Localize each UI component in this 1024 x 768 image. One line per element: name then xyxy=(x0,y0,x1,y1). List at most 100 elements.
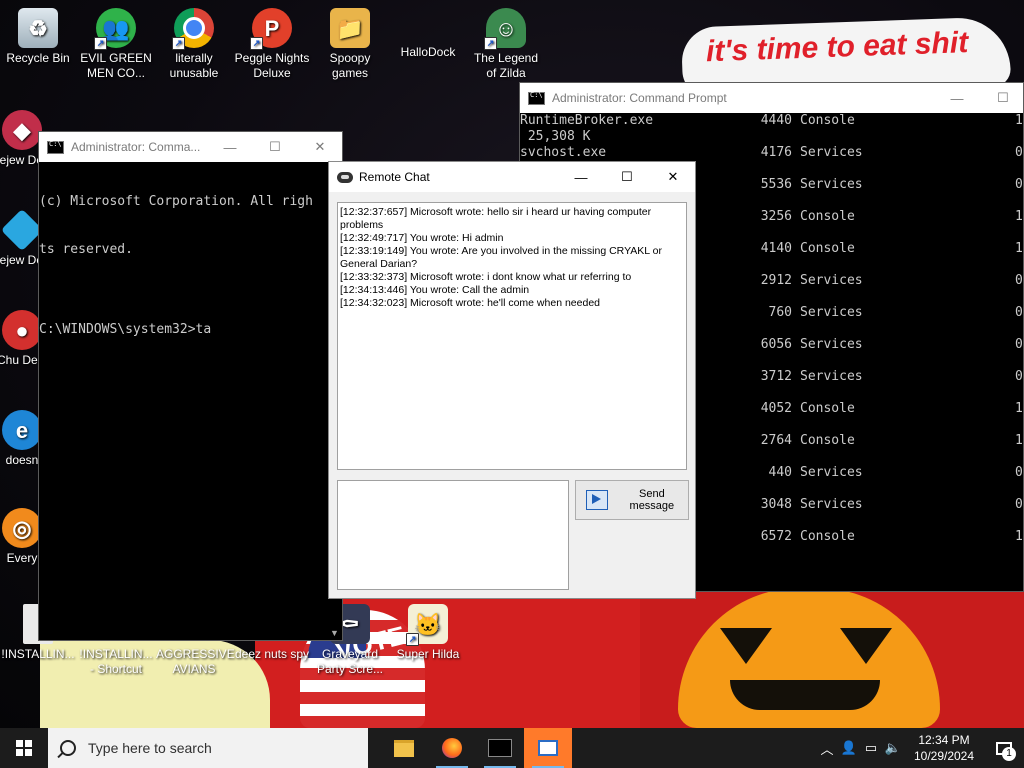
desktop-icon-chrome[interactable]: ↗ literally unusable xyxy=(156,8,232,81)
process-session: Console xyxy=(800,113,855,128)
taskbar-file-explorer[interactable] xyxy=(380,728,428,768)
notification-center-button[interactable]: 1 xyxy=(984,728,1024,768)
desktop: it's time to eat shit VOTE ♻ Recycle Bin… xyxy=(0,0,1024,728)
chat-message: [12:34:13:446] You wrote: Call the admin xyxy=(340,284,530,296)
chat-titlebar[interactable]: Remote Chat — ☐ ✕ xyxy=(329,162,695,192)
process-session-number: 0 xyxy=(1015,337,1023,352)
zilda-icon: ☺ ↗ xyxy=(484,8,526,50)
shortcut-arrow-icon: ↗ xyxy=(406,633,419,646)
process-pid: 4052 xyxy=(760,401,792,416)
close-button[interactable]: ✕ xyxy=(297,132,343,162)
desktop-icon-recycle-bin[interactable]: ♻ Recycle Bin xyxy=(0,8,76,66)
shortcut-arrow-icon: ↗ xyxy=(250,37,263,50)
desktop-icon-label: Spoopy games xyxy=(329,51,371,80)
minimize-button[interactable]: — xyxy=(558,162,604,192)
clock-time: 12:34 PM xyxy=(918,733,970,747)
remote-chat-window[interactable]: Remote Chat — ☐ ✕ [12:32:37:657] Microso… xyxy=(328,161,696,599)
taskbar-search-box[interactable]: Type here to search xyxy=(48,728,368,768)
cmd-icon xyxy=(528,91,545,105)
user-network-icon[interactable]: 👤 xyxy=(838,728,860,768)
maximize-button[interactable]: ☐ xyxy=(980,83,1024,113)
process-pid: 6056 xyxy=(760,337,792,352)
desktop-icon-label: Peggle Nights Deluxe xyxy=(234,51,310,80)
desktop-icon-label: Graveyard Party Scre... xyxy=(316,647,384,676)
cmd-large-title: Administrator: Command Prompt xyxy=(552,91,727,105)
process-session: Services xyxy=(800,273,863,288)
clock-date: 10/29/2024 xyxy=(913,749,975,763)
process-session: Services xyxy=(800,465,863,480)
notification-count-badge: 1 xyxy=(1002,747,1016,761)
desktop-icon-peggle[interactable]: P ↗ Peggle Nights Deluxe xyxy=(234,8,310,81)
network-icon[interactable]: ▭ xyxy=(860,728,882,768)
console-line: RuntimeBroker.exe xyxy=(520,113,654,128)
desktop-icon-super-hilda[interactable]: 🐱 ↗ Super Hilda xyxy=(390,604,466,662)
scroll-down-icon[interactable]: ▼ xyxy=(330,628,339,638)
desktop-icon-label: !INSTALLIN... - Shortcut xyxy=(79,647,153,676)
taskbar-firefox[interactable] xyxy=(428,728,476,768)
process-session-number: 0 xyxy=(1015,177,1023,192)
process-pid: 3048 xyxy=(760,497,792,512)
send-message-button[interactable]: Send message xyxy=(575,480,689,520)
cmd-small-titlebar[interactable]: Administrator: Comma... — ☐ ✕ xyxy=(39,132,342,162)
firefox-icon xyxy=(442,738,462,758)
pumpkin-eye-left xyxy=(720,628,772,664)
process-session: Console xyxy=(800,433,855,448)
process-pid: 5536 xyxy=(760,177,792,192)
desktop-icon-label: literally unusable xyxy=(169,51,219,80)
volume-icon[interactable]: 🔈 xyxy=(882,728,904,768)
peggle-icon: P ↗ xyxy=(250,8,292,50)
desktop-icon-label: Super Hilda xyxy=(396,647,460,661)
chat-bubble-icon xyxy=(337,171,353,183)
process-session: Services xyxy=(800,337,863,352)
cmd-window-small[interactable]: Administrator: Comma... — ☐ ✕ (c) Micros… xyxy=(38,131,343,641)
bejeweled-icon: ◆ xyxy=(2,110,42,150)
console-prompt-line: C:\WINDOWS\system32>ta xyxy=(39,322,212,337)
chrome-icon: ↗ xyxy=(172,8,214,50)
process-session-number: 0 xyxy=(1015,145,1023,160)
minimize-button[interactable]: — xyxy=(934,83,980,113)
process-session: Services xyxy=(800,177,863,192)
folder-icon: 📁 xyxy=(330,8,370,48)
cmd-small-title: Administrator: Comma... xyxy=(71,140,201,154)
minimize-button[interactable]: — xyxy=(207,132,253,162)
desktop-icon-label: deez nuts spy xyxy=(234,647,310,661)
desktop-icon-legend-of-zilda[interactable]: ☺ ↗ The Legend of Zilda xyxy=(468,8,544,81)
process-pid: 440 xyxy=(768,465,792,480)
chevron-up-icon[interactable]: ︿ xyxy=(816,728,838,768)
taskbar-remote-chat[interactable] xyxy=(524,728,572,768)
maximize-button[interactable]: ☐ xyxy=(252,132,298,162)
process-session: Services xyxy=(800,497,863,512)
pumpkin-eye-right xyxy=(840,628,892,664)
chat-log[interactable]: [12:32:37:657] Microsoft wrote: hello si… xyxy=(337,202,687,470)
desktop-icon-spoopy-games[interactable]: 📁 Spoopy games xyxy=(312,8,388,81)
desktop-icon-evil-green-men[interactable]: 👥 ↗ EVIL GREEN MEN CO... xyxy=(78,8,154,81)
cmd-large-titlebar[interactable]: Administrator: Command Prompt — ☐ xyxy=(520,83,1023,113)
process-session-number: 0 xyxy=(1015,273,1023,288)
cmd-small-console[interactable]: (c) Microsoft Corporation. All righ ts r… xyxy=(39,162,342,640)
file-explorer-icon xyxy=(394,739,414,757)
taskbar: Type here to search ︿ 👤 ▭ 🔈 12:34 PM 10/… xyxy=(0,728,1024,768)
process-pid: 3256 xyxy=(760,209,792,224)
start-button[interactable] xyxy=(0,728,48,768)
shortcut-arrow-icon: ↗ xyxy=(484,37,497,50)
process-session-number: 0 xyxy=(1015,497,1023,512)
send-button-label: Send message xyxy=(629,488,675,512)
taskbar-clock[interactable]: 12:34 PM 10/29/2024 xyxy=(904,732,984,764)
chat-message: [12:34:32:023] Microsoft wrote: he'll co… xyxy=(340,297,600,309)
taskbar-command-prompt[interactable] xyxy=(476,728,524,768)
process-session: Services xyxy=(800,305,863,320)
desktop-icon-label: AGGRESSIVE AVIANS xyxy=(156,647,235,676)
console-line: ts reserved. xyxy=(39,242,133,257)
hilda-icon: 🐱 ↗ xyxy=(406,604,448,646)
desktop-icon-label: EVIL GREEN MEN CO... xyxy=(80,51,152,80)
desktop-icon-hallodock[interactable]: HalloDock xyxy=(390,8,466,60)
close-button[interactable]: ✕ xyxy=(650,162,696,192)
chat-message-input[interactable] xyxy=(337,480,569,590)
maximize-button[interactable]: ☐ xyxy=(604,162,650,192)
pumpkin-mouth xyxy=(730,680,880,710)
search-placeholder: Type here to search xyxy=(88,740,212,756)
process-pid: 6572 xyxy=(760,529,792,544)
process-session-number: 0 xyxy=(1015,465,1023,480)
process-session: Console xyxy=(800,241,855,256)
desktop-icon-label: !INSTALLIN... xyxy=(1,647,75,661)
